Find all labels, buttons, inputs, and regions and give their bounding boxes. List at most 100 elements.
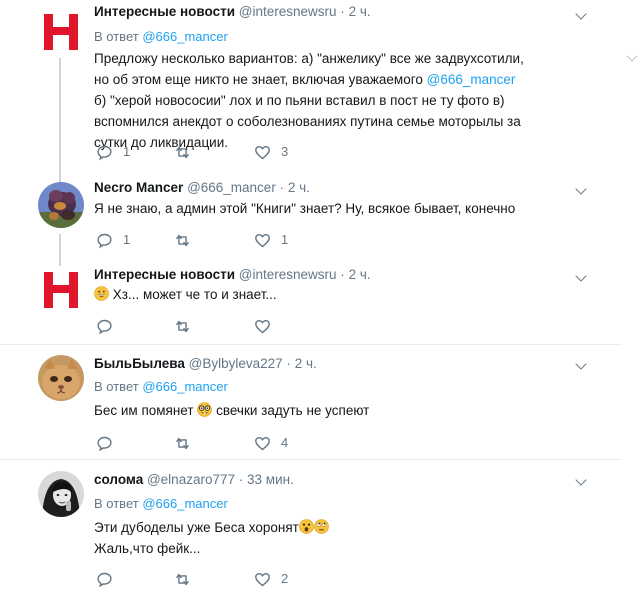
retweet-button[interactable] bbox=[174, 434, 201, 452]
avatar[interactable] bbox=[38, 355, 84, 401]
reply-icon bbox=[97, 436, 112, 451]
retweet-button[interactable] bbox=[174, 570, 201, 588]
reply-context: В ответ @666_mancer bbox=[94, 378, 228, 395]
chevron-down-icon[interactable] bbox=[574, 10, 588, 24]
tweet-text: Эти дубоделы уже Беса хоронят Жаль,что ф… bbox=[94, 517, 524, 559]
retweet-icon bbox=[176, 234, 189, 246]
display-name[interactable]: Интересные новости bbox=[94, 4, 235, 19]
reply-prefix: В ответ bbox=[94, 379, 139, 394]
tweet-line: Жаль,что фейк... bbox=[94, 538, 524, 559]
timestamp[interactable]: 2 ч. bbox=[349, 267, 371, 282]
reply-context: В ответ @666_mancer bbox=[94, 495, 228, 512]
tweet-text-part: Я не знаю, а админ этой "Книги" знает? Н… bbox=[94, 201, 516, 216]
like-button[interactable]: 3 bbox=[254, 143, 288, 161]
heart-icon bbox=[255, 319, 270, 333]
tweet-header: Интересные новости @interesnewsru · 2 ч. bbox=[94, 266, 371, 284]
chevron-down-icon[interactable] bbox=[574, 272, 588, 286]
separator: · bbox=[340, 267, 345, 282]
reply-icon bbox=[97, 145, 112, 160]
chevron-down-icon[interactable] bbox=[574, 360, 588, 374]
like-button[interactable]: 1 bbox=[254, 231, 288, 249]
tweet[interactable]: Интересные новости @interesnewsru · 2 ч.… bbox=[0, 262, 622, 344]
separator: · bbox=[340, 4, 345, 19]
tweet-header: солома @elnazaro777 · 33 мин. bbox=[94, 471, 294, 489]
chevron-down-icon[interactable] bbox=[626, 50, 638, 62]
reply-mention[interactable]: @666_mancer bbox=[142, 496, 227, 511]
like-count: 1 bbox=[281, 232, 289, 247]
h-logo-icon bbox=[38, 266, 84, 312]
grinning-face-emoji bbox=[94, 286, 109, 301]
separator: · bbox=[238, 472, 244, 487]
tweet-text-part: свечки задуть не успеют bbox=[216, 403, 370, 418]
tweet[interactable]: Necro Mancer @666_mancer · 2 ч. Я не зна… bbox=[0, 176, 622, 262]
like-button[interactable]: 2 bbox=[254, 570, 288, 588]
mention-link[interactable]: @666_mancer bbox=[427, 72, 516, 87]
username[interactable]: @Bylbyleva227 bbox=[189, 356, 283, 371]
avatar[interactable] bbox=[38, 182, 84, 228]
bw-person-avatar bbox=[38, 471, 84, 517]
chevron-down-icon[interactable] bbox=[574, 476, 588, 490]
tweet-header: БыльБылева @Bylbyleva227 · 2 ч. bbox=[94, 355, 317, 373]
display-name[interactable]: солома bbox=[94, 472, 143, 487]
timestamp[interactable]: 33 мин. bbox=[247, 472, 294, 487]
tweet-text-part: Хз... может че то и знает... bbox=[112, 287, 277, 302]
heart-icon bbox=[255, 572, 270, 586]
reply-button[interactable] bbox=[96, 317, 123, 335]
chevron-down-icon[interactable] bbox=[574, 185, 588, 199]
retweet-button[interactable] bbox=[174, 143, 201, 161]
reply-context: В ответ @666_mancer bbox=[94, 28, 228, 45]
username[interactable]: @elnazaro777 bbox=[147, 472, 235, 487]
reply-mention[interactable]: @666_mancer bbox=[142, 379, 227, 394]
timestamp[interactable]: 2 ч. bbox=[295, 356, 317, 371]
reply-mention[interactable]: @666_mancer bbox=[142, 29, 227, 44]
like-count: 3 bbox=[281, 144, 289, 159]
like-count: 4 bbox=[281, 435, 289, 450]
reply-count: 1 bbox=[123, 232, 131, 247]
retweet-button[interactable] bbox=[174, 317, 201, 335]
tweet[interactable]: солома @elnazaro777 · 33 мин. В ответ @6… bbox=[0, 460, 622, 596]
tweet-line: Эти дубоделы уже Беса хоронят bbox=[94, 517, 524, 538]
retweet-icon bbox=[176, 437, 189, 449]
reply-button[interactable]: 1 bbox=[96, 231, 130, 249]
heart-icon bbox=[255, 145, 270, 159]
reply-button[interactable] bbox=[96, 434, 123, 452]
tweet-text-part: Бес им помянет bbox=[94, 403, 194, 418]
retweet-icon bbox=[176, 320, 189, 332]
tweet-text-part: б) "херой новососии" лох и по пьяни вста… bbox=[94, 93, 521, 150]
cat-avatar bbox=[38, 355, 84, 401]
tweet-text-part: Эти дубоделы уже Беса хоронят bbox=[94, 520, 299, 535]
reply-prefix: В ответ bbox=[94, 496, 139, 511]
display-name[interactable]: БыльБылева bbox=[94, 356, 185, 371]
tweet-text-part: Жаль,что фейк... bbox=[94, 541, 201, 556]
timestamp[interactable]: 2 ч. bbox=[349, 4, 371, 19]
retweet-button[interactable] bbox=[174, 231, 201, 249]
reply-icon bbox=[97, 572, 112, 587]
reply-button[interactable] bbox=[96, 570, 123, 588]
heart-icon bbox=[255, 233, 270, 247]
like-button[interactable]: 4 bbox=[254, 434, 288, 452]
tweet-text: Бес им помянет свечки задуть не успеют bbox=[94, 400, 524, 421]
display-name[interactable]: Necro Mancer bbox=[94, 180, 183, 195]
tweet[interactable]: Интересные новости @interesnewsru · 2 ч.… bbox=[0, 0, 622, 176]
reply-count: 1 bbox=[123, 144, 131, 159]
reply-icon bbox=[97, 319, 112, 334]
timestamp[interactable]: 2 ч. bbox=[288, 180, 310, 195]
avatar[interactable] bbox=[38, 8, 84, 54]
heart-icon bbox=[255, 436, 270, 450]
like-count: 2 bbox=[281, 571, 289, 586]
reply-prefix: В ответ bbox=[94, 29, 139, 44]
tweet[interactable]: БыльБылева @Bylbyleva227 · 2 ч. В ответ … bbox=[0, 345, 622, 459]
username[interactable]: @interesnewsru bbox=[239, 267, 337, 282]
username[interactable]: @666_mancer bbox=[187, 180, 276, 195]
reply-button[interactable]: 1 bbox=[96, 143, 130, 161]
display-name[interactable]: Интересные новости bbox=[94, 267, 235, 282]
avatar[interactable] bbox=[38, 266, 84, 312]
conversation-feed: Интересные новости @interesnewsru · 2 ч.… bbox=[0, 0, 622, 596]
tweet-header: Интересные новости @interesnewsru · 2 ч. bbox=[94, 3, 371, 21]
like-button[interactable] bbox=[254, 317, 281, 335]
creature-avatar bbox=[38, 182, 84, 228]
username[interactable]: @interesnewsru bbox=[239, 4, 337, 19]
tweet-text: Я не знаю, а админ этой "Книги" знает? Н… bbox=[94, 198, 554, 219]
rolling-eyes-face-emoji bbox=[314, 519, 329, 534]
avatar[interactable] bbox=[38, 471, 84, 517]
